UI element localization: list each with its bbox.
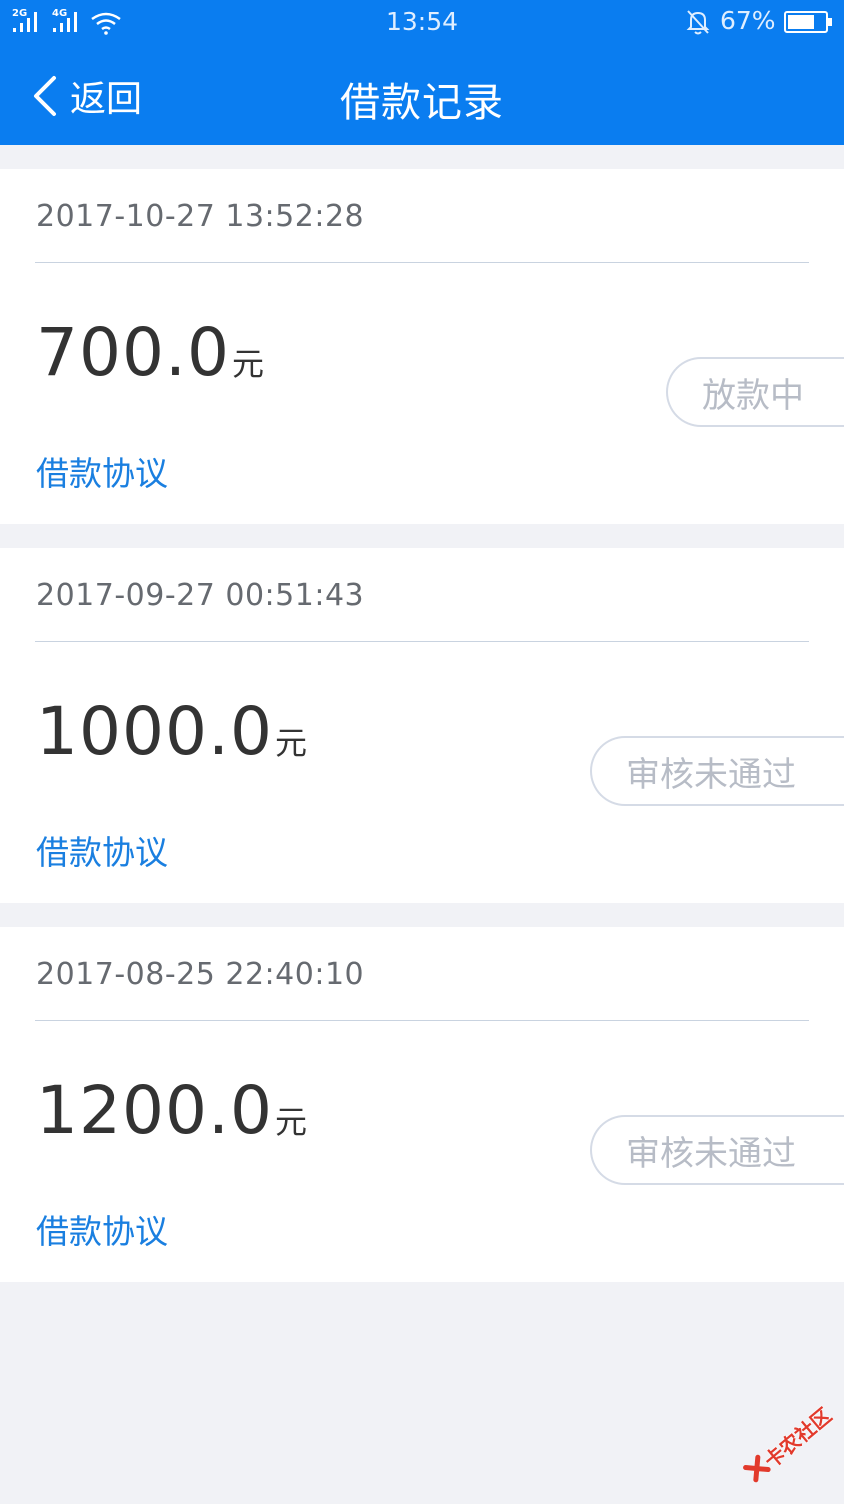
loan-agreement-link[interactable]: 借款协议 [36,826,168,874]
loan-record-list: 2017-10-27 13:52:28 700.0 元 借款协议 放款中 201… [0,169,844,1306]
amount-unit: 元 [274,1103,307,1141]
loan-record-card: 2017-10-27 13:52:28 700.0 元 借款协议 放款中 [0,169,844,524]
amount-value: 700.0 [36,314,230,391]
status-time: 13:54 [385,7,459,36]
amount-unit: 元 [231,345,264,383]
amount-value: 1200.0 [36,1072,273,1149]
record-amount: 1200.0 元 [36,1075,307,1147]
amount-value: 1000.0 [36,693,273,770]
loan-record-card: 2017-08-25 22:40:10 1200.0 元 借款协议 审核未通过 [0,927,844,1282]
record-datetime: 2017-08-25 22:40:10 [36,957,365,992]
status-badge: 审核未通过 [590,1115,844,1185]
status-badge: 审核未通过 [590,736,844,806]
status-badge: 放款中 [666,357,844,427]
battery-percent: 67% [720,6,776,35]
loan-record-card: 2017-09-27 00:51:43 1000.0 元 借款协议 审核未通过 [0,548,844,903]
page-title: 借款记录 [340,80,504,126]
amount-unit: 元 [274,724,307,762]
status-bar: 2G 4G 13:54 67% [0,0,844,46]
record-datetime: 2017-10-27 13:52:28 [36,199,365,234]
nav-header: 返回 借款记录 [0,46,844,145]
divider [35,1020,809,1021]
loan-agreement-link[interactable]: 借款协议 [36,447,168,495]
battery-icon [784,11,832,33]
top-bar: 2G 4G 13:54 67% 返回 借款记录 [0,0,844,145]
record-amount: 1000.0 元 [36,696,307,768]
record-amount: 700.0 元 [36,317,264,389]
divider [35,641,809,642]
watermark: 卡农社区 [727,1386,844,1504]
bell-mute-icon [686,10,710,35]
loan-agreement-link[interactable]: 借款协议 [36,1205,168,1253]
record-datetime: 2017-09-27 00:51:43 [36,578,365,613]
divider [35,262,809,263]
watermark-text: 卡农社区 [759,1403,837,1473]
